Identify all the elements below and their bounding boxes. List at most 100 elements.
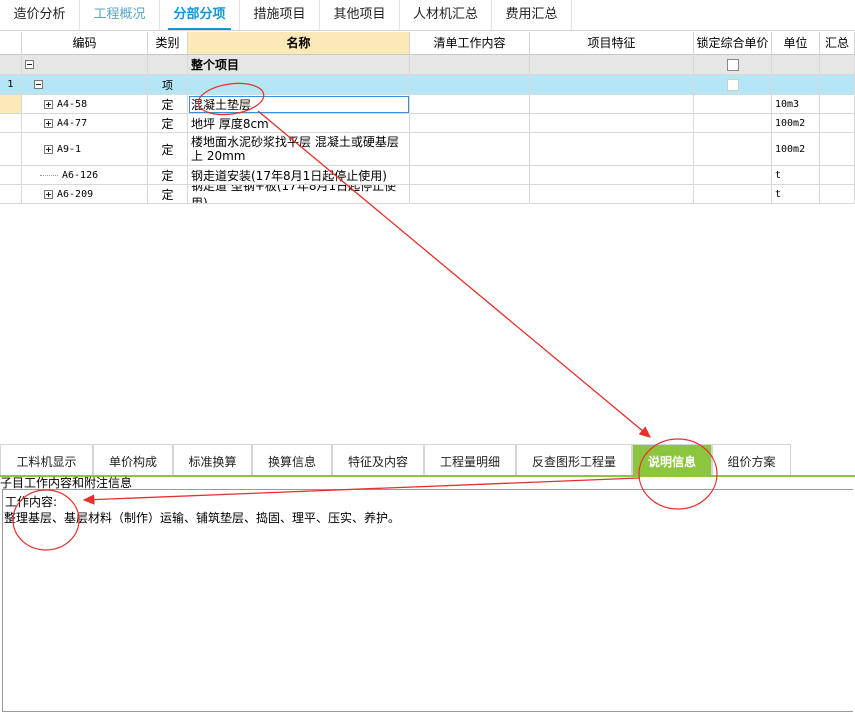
code-cell[interactable]: A6-126	[22, 166, 148, 185]
tab-standard-conversion[interactable]: 标准换算	[173, 444, 252, 475]
unit-cell[interactable]: 10m3	[772, 95, 820, 114]
name-cell[interactable]: 整个项目	[188, 55, 410, 75]
work-content-cell[interactable]	[410, 55, 530, 75]
tab-cost-summary[interactable]: 费用汇总	[492, 0, 572, 30]
name-cell[interactable]	[188, 75, 410, 95]
code-cell[interactable]: A6-209	[22, 185, 148, 204]
unit-cell[interactable]: t	[772, 166, 820, 185]
expand-icon[interactable]	[44, 189, 53, 199]
col-lock-price-header[interactable]: 锁定综合单价	[694, 32, 772, 55]
col-work-content-header[interactable]: 清单工作内容	[410, 32, 530, 55]
type-cell[interactable]: 定	[148, 95, 188, 114]
lock-price-cell[interactable]	[694, 114, 772, 133]
tab-conversion-info[interactable]: 换算信息	[252, 444, 332, 475]
row-number	[0, 55, 22, 75]
code-text: A6-126	[62, 169, 99, 181]
summary-cell[interactable]	[820, 95, 855, 114]
lock-price-checkbox[interactable]	[726, 58, 739, 71]
description-textarea[interactable]: 工作内容: 整理基层、基层材料（制作）运输、铺筑垫层、捣固、理平、压实、养护。	[2, 489, 853, 712]
tab-labor-machine[interactable]: 工料机显示	[0, 444, 93, 475]
code-cell[interactable]: A4-58	[22, 95, 148, 114]
tab-graphic-quantity[interactable]: 反查图形工程量	[516, 444, 632, 475]
work-content-cell[interactable]	[410, 166, 530, 185]
summary-cell[interactable]	[820, 166, 855, 185]
tab-unit-price[interactable]: 单价构成	[93, 444, 173, 475]
table-row[interactable]: 1 项	[0, 75, 855, 95]
code-cell[interactable]	[22, 55, 148, 75]
col-unit-header[interactable]: 单位	[772, 32, 820, 55]
name-cell[interactable]: 楼地面水泥砂浆找平层 混凝土或硬基层上 20mm	[188, 133, 410, 166]
tab-cost-analysis[interactable]: 造价分析	[0, 0, 80, 30]
code-text: A6-209	[57, 188, 94, 200]
col-type-header[interactable]: 类别	[148, 32, 188, 55]
name-cell[interactable]: 混凝土垫层	[188, 95, 410, 114]
tab-other-items[interactable]: 其他项目	[320, 0, 400, 30]
lock-price-checkbox[interactable]	[726, 78, 739, 91]
summary-cell[interactable]	[820, 75, 855, 95]
col-code-header[interactable]: 编码	[22, 32, 148, 55]
tab-description[interactable]: 说明信息	[632, 444, 712, 475]
collapse-icon[interactable]	[25, 60, 34, 69]
col-feature-header[interactable]: 项目特征	[530, 32, 694, 55]
table-row[interactable]: A9-1 定 楼地面水泥砂浆找平层 混凝土或硬基层上 20mm 100m2	[0, 133, 855, 166]
feature-cell[interactable]	[530, 75, 694, 95]
col-name-header[interactable]: 名称	[188, 32, 410, 55]
feature-cell[interactable]	[530, 166, 694, 185]
type-cell[interactable]: 项	[148, 75, 188, 95]
name-cell[interactable]: 地坪 厚度8cm	[188, 114, 410, 133]
tab-labor-material[interactable]: 人材机汇总	[400, 0, 492, 30]
type-cell[interactable]: 定	[148, 185, 188, 204]
tab-pricing-scheme[interactable]: 组价方案	[712, 444, 791, 475]
summary-cell[interactable]	[820, 133, 855, 166]
unit-cell[interactable]	[772, 75, 820, 95]
summary-cell[interactable]	[820, 55, 855, 75]
expand-icon[interactable]	[44, 99, 53, 109]
lock-price-cell[interactable]	[694, 75, 772, 95]
tab-sub-items[interactable]: 分部分项	[160, 0, 240, 30]
collapse-icon[interactable]	[34, 80, 43, 89]
tab-project-overview[interactable]: 工程概况	[80, 0, 160, 30]
type-cell[interactable]: 定	[148, 166, 188, 185]
feature-cell[interactable]	[530, 55, 694, 75]
unit-cell[interactable]: t	[772, 185, 820, 204]
name-cell[interactable]: 钢走道安装(17年8月1日起停止使用)	[188, 166, 410, 185]
summary-cell[interactable]	[820, 185, 855, 204]
tab-features-content[interactable]: 特征及内容	[332, 444, 424, 475]
feature-cell[interactable]	[530, 185, 694, 204]
table-row[interactable]: A6-126 定 钢走道安装(17年8月1日起停止使用) t	[0, 166, 855, 185]
work-content-cell[interactable]	[410, 185, 530, 204]
work-content-cell[interactable]	[410, 114, 530, 133]
expand-icon[interactable]	[44, 144, 53, 154]
feature-cell[interactable]	[530, 133, 694, 166]
tab-quantity-detail[interactable]: 工程量明细	[424, 444, 516, 475]
type-cell[interactable]: 定	[148, 133, 188, 166]
table-row[interactable]: 整个项目	[0, 55, 855, 75]
tab-measures[interactable]: 措施项目	[240, 0, 320, 30]
lock-price-cell[interactable]	[694, 95, 772, 114]
type-cell[interactable]	[148, 55, 188, 75]
table-row[interactable]: A4-58 定 混凝土垫层 10m3	[0, 95, 855, 114]
lock-price-cell[interactable]	[694, 185, 772, 204]
name-cell[interactable]: 钢走道 型钢+板(17年8月1日起停止使用)	[188, 185, 410, 204]
code-cell[interactable]	[22, 75, 148, 95]
col-summary-header[interactable]: 汇总	[820, 32, 855, 55]
summary-cell[interactable]	[820, 114, 855, 133]
work-content-cell[interactable]	[410, 75, 530, 95]
row-number	[0, 166, 22, 185]
type-cell[interactable]: 定	[148, 114, 188, 133]
work-content-cell[interactable]	[410, 95, 530, 114]
lock-price-cell[interactable]	[694, 133, 772, 166]
unit-cell[interactable]	[772, 55, 820, 75]
expand-icon[interactable]	[44, 118, 53, 128]
code-cell[interactable]: A4-77	[22, 114, 148, 133]
lock-price-cell[interactable]	[694, 55, 772, 75]
table-row[interactable]: A6-209 定 钢走道 型钢+板(17年8月1日起停止使用) t	[0, 185, 855, 204]
unit-cell[interactable]: 100m2	[772, 114, 820, 133]
feature-cell[interactable]	[530, 114, 694, 133]
lock-price-cell[interactable]	[694, 166, 772, 185]
feature-cell[interactable]	[530, 95, 694, 114]
table-row[interactable]: A4-77 定 地坪 厚度8cm 100m2	[0, 114, 855, 133]
work-content-cell[interactable]	[410, 133, 530, 166]
code-cell[interactable]: A9-1	[22, 133, 148, 166]
unit-cell[interactable]: 100m2	[772, 133, 820, 166]
